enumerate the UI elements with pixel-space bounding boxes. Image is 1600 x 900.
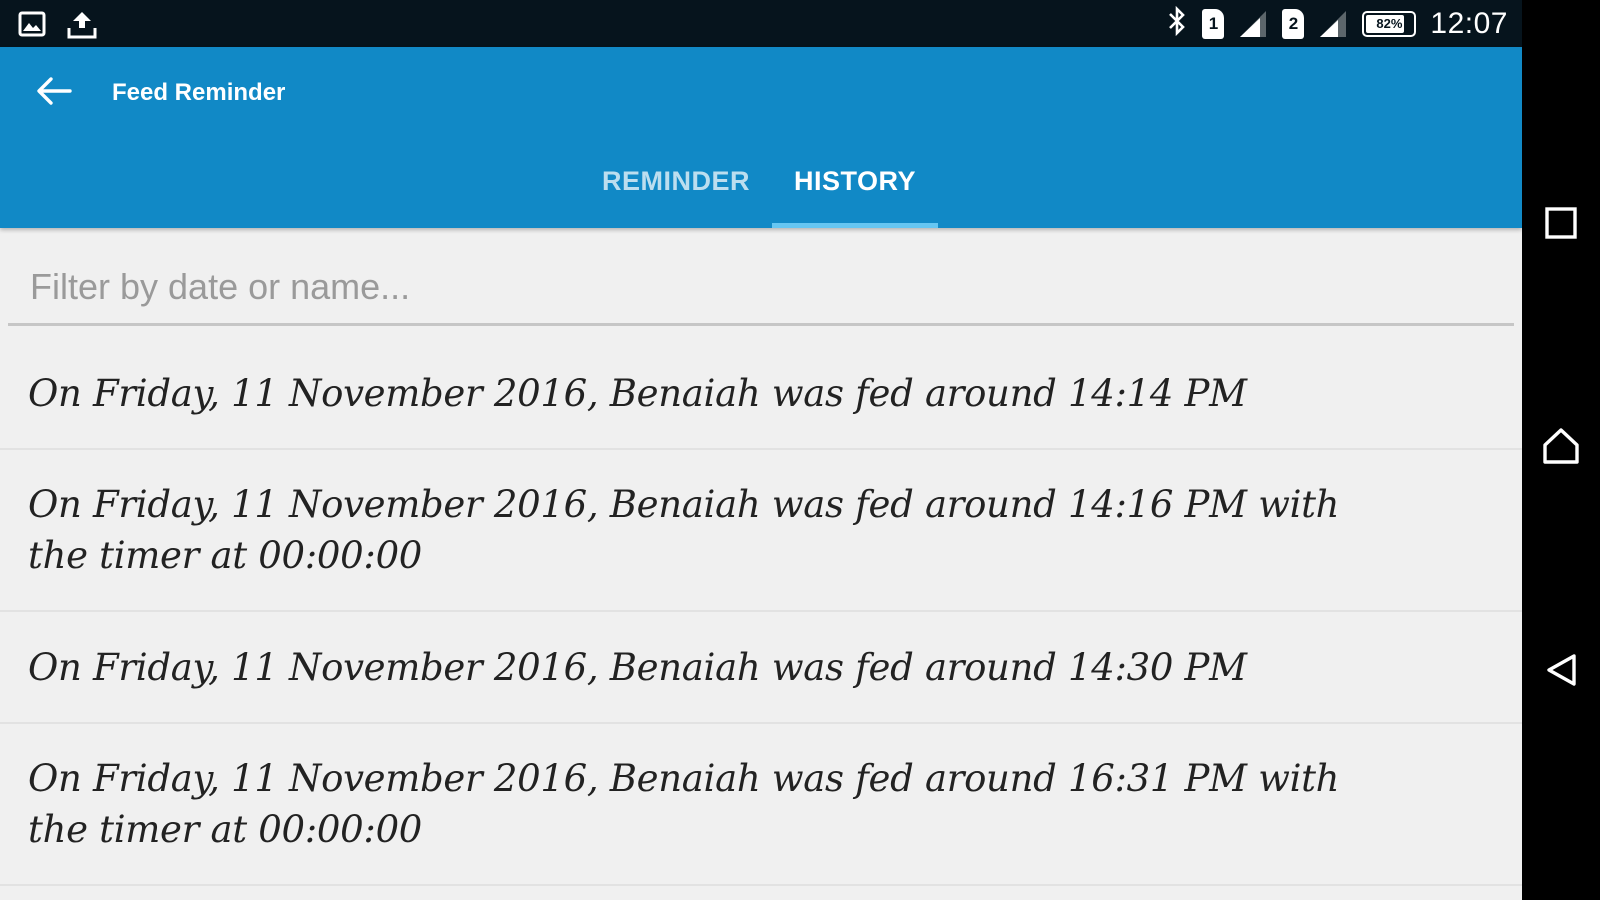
home-icon <box>1542 427 1580 470</box>
history-text: On Friday, 11 November 2016, Benaiah was… <box>28 645 1247 689</box>
list-item[interactable]: On Friday, 11 November 2016, Benaiah was… <box>0 612 1522 724</box>
signal1-icon <box>1238 10 1268 38</box>
upload-icon <box>66 8 98 45</box>
filter-input[interactable] <box>8 256 1514 318</box>
signal2-icon <box>1318 10 1348 38</box>
navigation-bar <box>1522 0 1600 900</box>
bluetooth-icon <box>1166 5 1188 41</box>
image-icon <box>18 11 46 42</box>
sim1-icon: 1 <box>1202 8 1225 39</box>
home-button[interactable] <box>1541 427 1581 470</box>
list-item[interactable]: On Friday, 11 November 2016, Benaiah was… <box>0 338 1522 450</box>
app-bar: Feed Reminder REMINDER HISTORY <box>0 47 1522 228</box>
list-item[interactable]: On Friday, 11 November 2016, Benaiah was… <box>0 450 1522 612</box>
app-screen: 1 2 82% 12:07 Feed Reminder REMINDER HIS… <box>0 0 1522 900</box>
sim1-label: 1 <box>1208 13 1219 33</box>
history-text: On Friday, 11 November 2016, Benaiah was… <box>28 757 1340 851</box>
history-text: On Friday, 11 November 2016, Benaiah was… <box>28 371 1247 415</box>
nav-back-button[interactable] <box>1541 652 1581 692</box>
history-list: On Friday, 11 November 2016, Benaiah was… <box>0 338 1522 886</box>
tab-reminder[interactable]: REMINDER <box>580 155 772 228</box>
page-title: Feed Reminder <box>112 79 286 106</box>
sim2-label: 2 <box>1288 13 1299 33</box>
filter-field <box>8 256 1514 326</box>
battery-icon: 82% <box>1362 10 1417 37</box>
sim2-icon: 2 <box>1282 8 1305 39</box>
tab-history[interactable]: HISTORY <box>772 155 939 228</box>
tab-bar: REMINDER HISTORY <box>580 155 939 228</box>
back-triangle-icon <box>1545 653 1577 692</box>
arrow-left-icon <box>36 76 72 111</box>
back-button[interactable] <box>30 69 78 117</box>
list-item[interactable]: On Friday, 11 November 2016, Benaiah was… <box>0 724 1522 886</box>
status-time: 12:07 <box>1430 6 1508 40</box>
recents-icon <box>1544 206 1578 245</box>
history-text: On Friday, 11 November 2016, Benaiah was… <box>28 483 1340 577</box>
battery-percent: 82% <box>1376 16 1403 31</box>
status-bar: 1 2 82% 12:07 <box>0 0 1522 47</box>
recents-button[interactable] <box>1541 205 1581 245</box>
